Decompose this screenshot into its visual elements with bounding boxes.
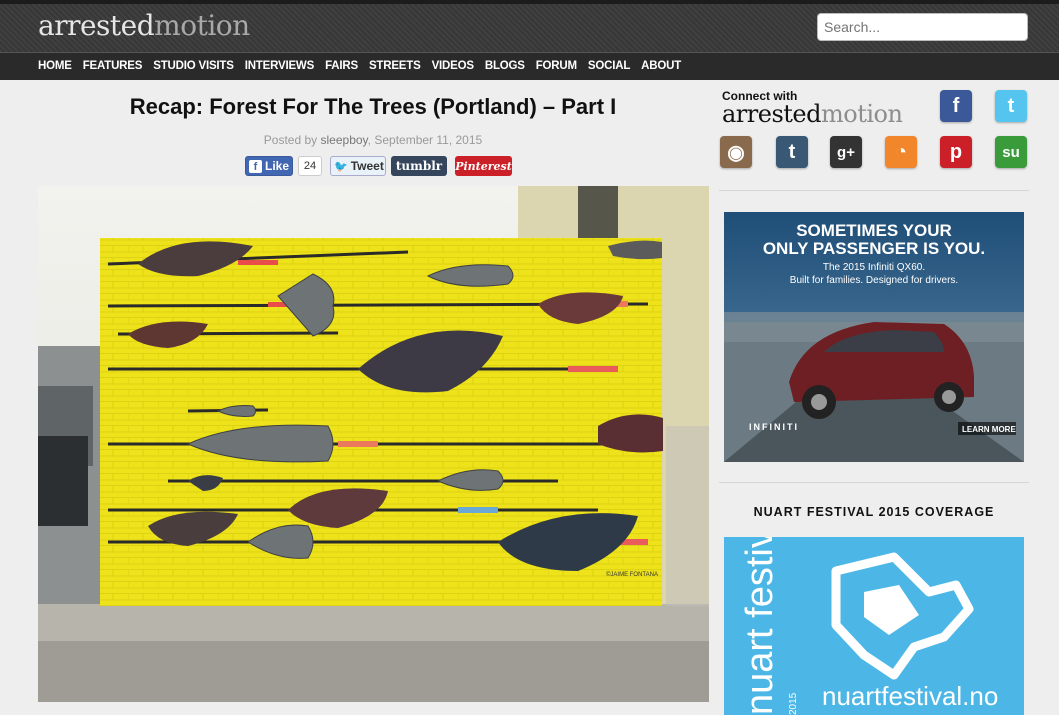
logo-part-1: arrested xyxy=(38,9,155,42)
nuart-url: nuartfestival.no xyxy=(822,681,998,711)
post-meta: Posted by sleepboy, September 11, 2015 xyxy=(38,133,708,147)
tweet-label: Tweet xyxy=(350,159,384,173)
stumbleupon-icon[interactable]: su xyxy=(995,136,1027,168)
nav-item-home[interactable]: HOME xyxy=(38,53,72,79)
post-date: , September 11, 2015 xyxy=(367,133,483,147)
like-count: 24 xyxy=(298,156,322,176)
tumblr-share-button[interactable]: tumblr xyxy=(391,156,447,176)
nav-item-streets[interactable]: STREETS xyxy=(369,53,421,79)
connect-logo-part-1: arrested xyxy=(722,100,821,128)
facebook-icon[interactable]: f xyxy=(940,90,972,122)
rss-icon[interactable]: ◔ xyxy=(885,136,917,168)
nuart-vertical-text: nuart festival xyxy=(739,537,781,715)
pinterest-icon[interactable]: p xyxy=(940,136,972,168)
ad-brand: INFINITI xyxy=(749,422,799,432)
ad-sub-2: Built for families. Designed for drivers… xyxy=(790,275,958,286)
twitter-icon[interactable]: t xyxy=(995,90,1027,122)
tweet-button[interactable]: 🐦 Tweet xyxy=(330,156,386,176)
nav-item-social[interactable]: SOCIAL xyxy=(588,53,630,79)
nuart-section-heading: NUART FESTIVAL 2015 COVERAGE xyxy=(753,505,995,519)
facebook-icon: f xyxy=(249,159,262,173)
header-strip xyxy=(0,0,1059,4)
mural-signature: ©JAIME FONTANA xyxy=(606,571,658,578)
nav-item-about[interactable]: ABOUT xyxy=(641,53,681,79)
ad-cta: LEARN MORE xyxy=(962,425,1016,434)
infiniti-ad[interactable]: SOMETIMES YOUR ONLY PASSENGER IS YOU. Th… xyxy=(724,212,1024,462)
nuart-banner-graphic: nuart festival 2015 nuartfestival.no xyxy=(724,537,1024,715)
main-nav: HOME FEATURES STUDIO VISITS INTERVIEWS F… xyxy=(0,52,1059,80)
logo-part-2: motion xyxy=(154,9,250,42)
mural-illustration: ©JAIME FONTANA xyxy=(38,186,709,702)
ad-image: SOMETIMES YOUR ONLY PASSENGER IS YOU. Th… xyxy=(724,212,1024,462)
sidebar-divider xyxy=(719,190,1029,191)
author-link[interactable]: sleepboy xyxy=(321,133,368,147)
nav-item-interviews[interactable]: INTERVIEWS xyxy=(245,53,315,79)
facebook-like-button[interactable]: f Like xyxy=(245,156,293,176)
nav-item-videos[interactable]: VIDEOS xyxy=(432,53,474,79)
nav-item-blogs[interactable]: BLOGS xyxy=(485,53,525,79)
connect-logo-part-2: motion xyxy=(820,100,903,128)
search-input[interactable] xyxy=(817,13,1028,41)
ad-headline-2: ONLY PASSENGER IS YOU. xyxy=(763,239,985,258)
nav-item-features[interactable]: FEATURES xyxy=(83,53,143,79)
site-header: arrestedmotion xyxy=(0,0,1059,52)
instagram-icon[interactable]: ◉ xyxy=(720,136,752,168)
tumblr-icon[interactable]: t xyxy=(776,136,808,168)
posted-by-label: Posted by xyxy=(263,133,318,147)
twitter-bird-icon: 🐦 xyxy=(334,160,348,173)
connect-logo: arrestedmotion xyxy=(722,100,903,128)
pinterest-share-button[interactable]: Pinterest xyxy=(455,156,512,176)
article-title[interactable]: Recap: Forest For The Trees (Portland) –… xyxy=(38,94,708,120)
like-label: Like xyxy=(265,159,290,173)
article-image[interactable]: ©JAIME FONTANA xyxy=(38,186,709,702)
site-logo[interactable]: arrestedmotion xyxy=(38,9,250,42)
ad-headline-1: SOMETIMES YOUR xyxy=(796,221,952,240)
nav-item-fairs[interactable]: FAIRS xyxy=(325,53,358,79)
sidebar-divider-2 xyxy=(719,482,1029,483)
nuart-festival-banner[interactable]: nuart festival 2015 nuartfestival.no xyxy=(724,537,1024,715)
ad-sub-1: The 2015 Infiniti QX60. xyxy=(823,262,925,273)
nav-item-studio-visits[interactable]: STUDIO VISITS xyxy=(153,53,234,79)
google-plus-icon[interactable]: g+ xyxy=(830,136,862,168)
nav-item-forum[interactable]: FORUM xyxy=(536,53,577,79)
connect-with-block: Connect with arrestedmotion xyxy=(722,90,903,128)
nuart-year: 2015 xyxy=(788,692,799,715)
